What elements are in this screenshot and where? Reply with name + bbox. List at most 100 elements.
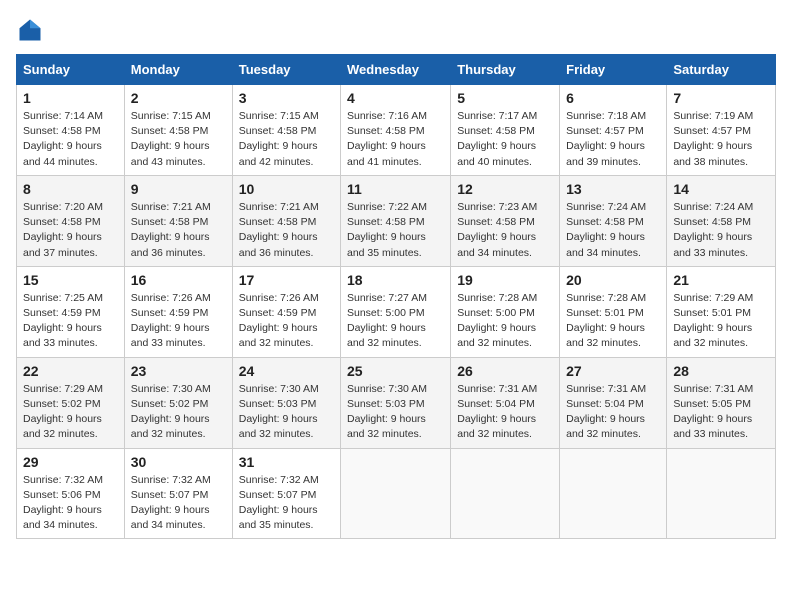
day-info: Sunrise: 7:30 AMSunset: 5:02 PMDaylight:…: [131, 382, 226, 443]
day-number: 10: [239, 181, 334, 197]
calendar-cell: 22 Sunrise: 7:29 AMSunset: 5:02 PMDayligh…: [17, 357, 125, 448]
day-number: 28: [673, 363, 769, 379]
calendar-cell: 18 Sunrise: 7:27 AMSunset: 5:00 PMDayligh…: [341, 266, 451, 357]
week-row-2: 8Sunrise: 7:20 AMSunset: 4:58 PMDaylight…: [17, 175, 776, 266]
day-info: Sunrise: 7:31 AMSunset: 5:04 PMDaylight:…: [457, 382, 553, 443]
calendar-cell: 24 Sunrise: 7:30 AMSunset: 5:03 PMDayligh…: [232, 357, 340, 448]
header-saturday: Saturday: [667, 55, 776, 85]
day-info: Sunrise: 7:27 AMSunset: 5:00 PMDaylight:…: [347, 291, 444, 352]
calendar-cell: [560, 448, 667, 539]
calendar-cell: 13 Sunrise: 7:24 AMSunset: 4:58 PMDayligh…: [560, 175, 667, 266]
day-number: 15: [23, 272, 118, 288]
day-number: 23: [131, 363, 226, 379]
calendar-cell: 6 Sunrise: 7:18 AMSunset: 4:57 PMDaylight…: [560, 85, 667, 176]
day-info: Sunrise: 7:16 AMSunset: 4:58 PMDaylight:…: [347, 109, 444, 170]
day-number: 13: [566, 181, 660, 197]
calendar-cell: 29 Sunrise: 7:32 AMSunset: 5:06 PMDayligh…: [17, 448, 125, 539]
day-info: Sunrise: 7:18 AMSunset: 4:57 PMDaylight:…: [566, 109, 660, 170]
day-number: 6: [566, 90, 660, 106]
calendar-cell: 27Sunrise: 7:31 AMSunset: 5:04 PMDayligh…: [560, 357, 667, 448]
week-row-3: 15 Sunrise: 7:25 AMSunset: 4:59 PMDayligh…: [17, 266, 776, 357]
header-monday: Monday: [124, 55, 232, 85]
day-number: 21: [673, 272, 769, 288]
calendar-cell: 4 Sunrise: 7:16 AMSunset: 4:58 PMDaylight…: [341, 85, 451, 176]
day-number: 12: [457, 181, 553, 197]
calendar-cell: 3 Sunrise: 7:15 AMSunset: 4:58 PMDaylight…: [232, 85, 340, 176]
day-number: 11: [347, 181, 444, 197]
header-sunday: Sunday: [17, 55, 125, 85]
calendar-table: SundayMondayTuesdayWednesdayThursdayFrid…: [16, 54, 776, 539]
day-info: Sunrise: 7:26 AMSunset: 4:59 PMDaylight:…: [131, 291, 226, 352]
day-info: Sunrise: 7:31 AMSunset: 5:04 PMDaylight:…: [566, 382, 660, 443]
day-number: 22: [23, 363, 118, 379]
calendar-cell: 20Sunrise: 7:28 AMSunset: 5:01 PMDayligh…: [560, 266, 667, 357]
day-info: Sunrise: 7:31 AMSunset: 5:05 PMDaylight:…: [673, 382, 769, 443]
day-number: 18: [347, 272, 444, 288]
day-info: Sunrise: 7:32 AMSunset: 5:06 PMDaylight:…: [23, 473, 118, 534]
day-number: 20: [566, 272, 660, 288]
calendar-cell: 2 Sunrise: 7:15 AMSunset: 4:58 PMDaylight…: [124, 85, 232, 176]
day-number: 3: [239, 90, 334, 106]
calendar-cell: 28 Sunrise: 7:31 AMSunset: 5:05 PMDayligh…: [667, 357, 776, 448]
day-number: 30: [131, 454, 226, 470]
day-number: 24: [239, 363, 334, 379]
day-info: Sunrise: 7:29 AMSunset: 5:02 PMDaylight:…: [23, 382, 118, 443]
day-number: 31: [239, 454, 334, 470]
calendar-cell: 9 Sunrise: 7:21 AMSunset: 4:58 PMDaylight…: [124, 175, 232, 266]
calendar-cell: 7 Sunrise: 7:19 AMSunset: 4:57 PMDaylight…: [667, 85, 776, 176]
day-number: 29: [23, 454, 118, 470]
calendar-cell: 15 Sunrise: 7:25 AMSunset: 4:59 PMDayligh…: [17, 266, 125, 357]
calendar-cell: 25Sunrise: 7:30 AMSunset: 5:03 PMDayligh…: [341, 357, 451, 448]
calendar-cell: 17 Sunrise: 7:26 AMSunset: 4:59 PMDayligh…: [232, 266, 340, 357]
day-info: Sunrise: 7:25 AMSunset: 4:59 PMDaylight:…: [23, 291, 118, 352]
calendar-cell: 23 Sunrise: 7:30 AMSunset: 5:02 PMDayligh…: [124, 357, 232, 448]
header-wednesday: Wednesday: [341, 55, 451, 85]
calendar-cell: 11 Sunrise: 7:22 AMSunset: 4:58 PMDayligh…: [341, 175, 451, 266]
day-info: Sunrise: 7:20 AMSunset: 4:58 PMDaylight:…: [23, 200, 118, 261]
calendar-cell: 19 Sunrise: 7:28 AMSunset: 5:00 PMDayligh…: [451, 266, 560, 357]
calendar-cell: 1 Sunrise: 7:14 AMSunset: 4:58 PMDaylight…: [17, 85, 125, 176]
day-number: 5: [457, 90, 553, 106]
week-row-4: 22 Sunrise: 7:29 AMSunset: 5:02 PMDayligh…: [17, 357, 776, 448]
calendar-header-row: SundayMondayTuesdayWednesdayThursdayFrid…: [17, 55, 776, 85]
day-info: Sunrise: 7:21 AMSunset: 4:58 PMDaylight:…: [131, 200, 226, 261]
day-number: 14: [673, 181, 769, 197]
day-number: 25: [347, 363, 444, 379]
day-info: Sunrise: 7:24 AMSunset: 4:58 PMDaylight:…: [673, 200, 769, 261]
day-number: 9: [131, 181, 226, 197]
calendar-cell: 26 Sunrise: 7:31 AMSunset: 5:04 PMDayligh…: [451, 357, 560, 448]
calendar-cell: [667, 448, 776, 539]
day-info: Sunrise: 7:28 AMSunset: 5:00 PMDaylight:…: [457, 291, 553, 352]
day-number: 2: [131, 90, 226, 106]
header: [16, 16, 776, 44]
header-thursday: Thursday: [451, 55, 560, 85]
calendar-cell: [341, 448, 451, 539]
day-number: 4: [347, 90, 444, 106]
day-info: Sunrise: 7:23 AMSunset: 4:58 PMDaylight:…: [457, 200, 553, 261]
calendar-cell: 31 Sunrise: 7:32 AMSunset: 5:07 PMDayligh…: [232, 448, 340, 539]
day-number: 7: [673, 90, 769, 106]
calendar-cell: 21Sunrise: 7:29 AMSunset: 5:01 PMDayligh…: [667, 266, 776, 357]
week-row-5: 29 Sunrise: 7:32 AMSunset: 5:06 PMDayligh…: [17, 448, 776, 539]
day-info: Sunrise: 7:24 AMSunset: 4:58 PMDaylight:…: [566, 200, 660, 261]
header-tuesday: Tuesday: [232, 55, 340, 85]
day-number: 19: [457, 272, 553, 288]
day-info: Sunrise: 7:15 AMSunset: 4:58 PMDaylight:…: [239, 109, 334, 170]
logo-icon: [16, 16, 44, 44]
day-info: Sunrise: 7:22 AMSunset: 4:58 PMDaylight:…: [347, 200, 444, 261]
day-number: 26: [457, 363, 553, 379]
day-info: Sunrise: 7:32 AMSunset: 5:07 PMDaylight:…: [239, 473, 334, 534]
logo: [16, 16, 48, 44]
day-number: 1: [23, 90, 118, 106]
calendar-cell: 5Sunrise: 7:17 AMSunset: 4:58 PMDaylight…: [451, 85, 560, 176]
header-friday: Friday: [560, 55, 667, 85]
day-info: Sunrise: 7:30 AMSunset: 5:03 PMDaylight:…: [239, 382, 334, 443]
calendar-cell: 8Sunrise: 7:20 AMSunset: 4:58 PMDaylight…: [17, 175, 125, 266]
day-info: Sunrise: 7:14 AMSunset: 4:58 PMDaylight:…: [23, 109, 118, 170]
day-info: Sunrise: 7:15 AMSunset: 4:58 PMDaylight:…: [131, 109, 226, 170]
day-number: 17: [239, 272, 334, 288]
calendar-cell: 30Sunrise: 7:32 AMSunset: 5:07 PMDayligh…: [124, 448, 232, 539]
day-number: 16: [131, 272, 226, 288]
day-info: Sunrise: 7:26 AMSunset: 4:59 PMDaylight:…: [239, 291, 334, 352]
day-info: Sunrise: 7:19 AMSunset: 4:57 PMDaylight:…: [673, 109, 769, 170]
